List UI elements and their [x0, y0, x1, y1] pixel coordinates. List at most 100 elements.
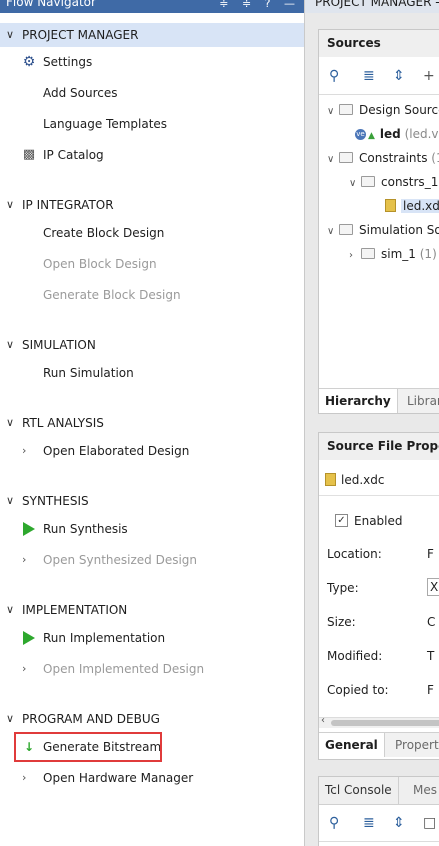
sources-toolbar: ⚲ ≣ ⇕ +: [319, 62, 439, 95]
flow-navigator-title: Flow Navigator: [6, 0, 96, 9]
properties-title: Source File Propert: [319, 433, 439, 460]
collapse-all-icon[interactable]: ≣: [363, 815, 375, 831]
tree-design-sources[interactable]: ∨ Design Source: [327, 99, 439, 121]
chevron-down-icon[interactable]: ∨: [6, 193, 14, 217]
section-synthesis[interactable]: ∨ SYNTHESIS: [0, 489, 304, 513]
tab-tcl-console[interactable]: Tcl Console: [319, 777, 399, 804]
chevron-down-icon[interactable]: ∨: [6, 707, 14, 731]
tree-simulation-sources[interactable]: ∨ Simulation So: [327, 219, 439, 241]
source-file-properties-panel: Source File Propert led.xdc ✓Enabled Loc…: [318, 432, 439, 760]
expand-all-icon[interactable]: ⇕: [393, 815, 405, 831]
horizontal-scrollbar[interactable]: ‹: [319, 715, 439, 728]
scroll-left-icon[interactable]: ‹: [321, 715, 325, 726]
enabled-checkbox[interactable]: ✓: [335, 514, 348, 527]
nav-item-open-block-design[interactable]: Open Block Design: [0, 252, 304, 276]
size-value: C: [427, 615, 436, 629]
project-manager-area: PROJECT MANAGER - Sources ⚲ ≣ ⇕ + ∨ Desig…: [305, 0, 439, 846]
section-ip-integrator[interactable]: ∨ IP INTEGRATOR: [0, 193, 304, 217]
nav-item-open-hardware-manager[interactable]: › Open Hardware Manager: [0, 766, 304, 790]
chevron-down-icon[interactable]: ∨: [6, 411, 14, 435]
location-value: F: [427, 547, 434, 561]
chevron-right-icon[interactable]: ›: [22, 439, 26, 463]
sources-tabbar: Hierarchy Librar: [319, 388, 439, 413]
highlight-box: [14, 732, 162, 762]
tcl-console-panel: Tcl Console Mes ⚲ ≣ ⇕ □: [318, 776, 439, 846]
nav-item-open-elaborated-design[interactable]: › Open Elaborated Design: [0, 439, 304, 463]
sources-panel: Sources ⚲ ≣ ⇕ + ∨ Design Source ve ▲ led (l…: [318, 29, 439, 414]
clear-icon[interactable]: □: [423, 815, 436, 831]
size-label: Size:: [327, 615, 356, 629]
search-icon[interactable]: ⚲: [329, 815, 339, 831]
chevron-right-icon[interactable]: ›: [22, 548, 26, 572]
copied-to-value: F: [427, 683, 434, 697]
chevron-down-icon[interactable]: ∨: [327, 149, 339, 171]
location-label: Location:: [327, 547, 382, 561]
nav-item-run-simulation[interactable]: Run Simulation: [0, 361, 304, 385]
nav-item-add-sources[interactable]: Add Sources: [0, 81, 304, 105]
tab-libraries[interactable]: Librar: [401, 389, 439, 413]
nav-item-ip-catalog[interactable]: ▩ IP Catalog: [0, 143, 304, 167]
nav-item-run-synthesis[interactable]: Run Synthesis: [0, 517, 304, 541]
xdc-file-icon: [385, 199, 396, 212]
collapse-all-icon[interactable]: ≣: [363, 68, 375, 84]
console-toolbar: ⚲ ≣ ⇕ □: [319, 809, 439, 842]
sources-title: Sources: [319, 30, 439, 57]
tree-constrs-1[interactable]: ∨ constrs_1: [349, 171, 438, 193]
chevron-down-icon[interactable]: ∨: [6, 489, 14, 513]
flow-navigator: Flow Navigator ≑ ≑ ? — ∨ PROJECT MANAGER…: [0, 0, 304, 846]
ip-catalog-icon: ▩: [22, 147, 36, 162]
nav-item-generate-block-design[interactable]: Generate Block Design: [0, 283, 304, 307]
nav-item-settings[interactable]: ⚙ Settings: [0, 50, 304, 74]
type-label: Type:: [327, 581, 359, 595]
tab-messages[interactable]: Mes: [407, 777, 439, 804]
section-project-manager[interactable]: ∨ PROJECT MANAGER: [0, 23, 304, 47]
expand-all-icon[interactable]: ⇕: [393, 68, 405, 84]
project-manager-header: PROJECT MANAGER -: [305, 0, 439, 13]
chevron-down-icon[interactable]: ∨: [6, 23, 14, 47]
chevron-down-icon[interactable]: ∨: [6, 598, 14, 622]
section-rtl-analysis[interactable]: ∨ RTL ANALYSIS: [0, 411, 304, 435]
chevron-down-icon[interactable]: ∨: [327, 101, 339, 123]
type-select[interactable]: X: [427, 578, 439, 596]
add-icon[interactable]: +: [423, 68, 435, 84]
tab-hierarchy[interactable]: Hierarchy: [319, 389, 398, 413]
tree-led-xdc[interactable]: led.xd: [385, 195, 439, 217]
section-simulation[interactable]: ∨ SIMULATION: [0, 333, 304, 357]
chevron-down-icon[interactable]: ∨: [6, 333, 14, 357]
chevron-right-icon[interactable]: ›: [22, 657, 26, 681]
chevron-down-icon[interactable]: ∨: [327, 221, 339, 243]
console-tabbar: Tcl Console Mes: [319, 777, 439, 805]
enabled-checkbox-row[interactable]: ✓ Enabled: [335, 510, 403, 532]
module-icon: ▲: [368, 131, 375, 141]
tree-constraints[interactable]: ∨Constraints (1: [327, 147, 439, 169]
properties-file-name: led.xdc: [325, 469, 384, 491]
run-play-icon: [23, 631, 35, 645]
flow-navigator-header: Flow Navigator ≑ ≑ ? —: [0, 0, 304, 13]
tab-properties[interactable]: Properti: [389, 733, 439, 757]
section-implementation[interactable]: ∨ IMPLEMENTATION: [0, 598, 304, 622]
gear-icon: ⚙: [22, 54, 36, 70]
search-icon[interactable]: ⚲: [329, 68, 339, 84]
nav-item-create-block-design[interactable]: Create Block Design: [0, 221, 304, 245]
panel-controls-icon[interactable]: ≑ ≑ ? —: [219, 0, 300, 10]
folder-icon: [339, 224, 353, 235]
folder-icon: [339, 152, 353, 163]
tree-led-module[interactable]: ve ▲ led (led.v: [355, 123, 439, 145]
tab-general[interactable]: General: [319, 733, 385, 757]
folder-icon: [361, 176, 375, 187]
properties-tabbar: General Properti: [319, 732, 439, 757]
verilog-icon: ve: [355, 129, 366, 140]
scrollbar-thumb[interactable]: [331, 720, 439, 726]
chevron-down-icon[interactable]: ∨: [349, 173, 361, 195]
nav-item-open-synthesized-design[interactable]: › Open Synthesized Design: [0, 548, 304, 572]
nav-item-run-implementation[interactable]: Run Implementation: [0, 626, 304, 650]
folder-icon: [339, 104, 353, 115]
nav-item-open-implemented-design[interactable]: › Open Implemented Design: [0, 657, 304, 681]
nav-item-language-templates[interactable]: Language Templates: [0, 112, 304, 136]
copied-to-label: Copied to:: [327, 683, 389, 697]
section-program-and-debug[interactable]: ∨ PROGRAM AND DEBUG: [0, 707, 304, 731]
chevron-right-icon[interactable]: ›: [349, 245, 361, 267]
folder-icon: [361, 248, 375, 259]
chevron-right-icon[interactable]: ›: [22, 766, 26, 790]
tree-sim-1[interactable]: › sim_1 (1): [349, 243, 437, 265]
